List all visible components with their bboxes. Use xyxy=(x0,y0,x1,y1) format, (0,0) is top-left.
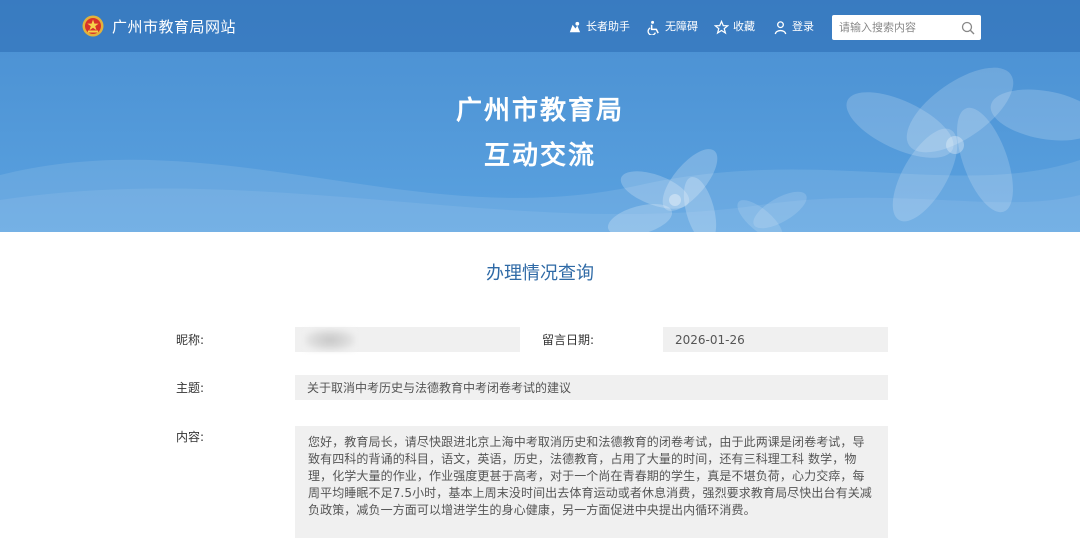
site-name[interactable]: 广州市教育局网站 xyxy=(112,17,236,37)
accessibility-button[interactable]: 无障碍 xyxy=(646,19,698,35)
nickname-label: 昵称: xyxy=(176,333,205,347)
elder-helper-label: 长者助手 xyxy=(586,20,630,33)
search-icon[interactable] xyxy=(961,21,975,35)
blurred-nickname xyxy=(305,329,355,351)
favorite-button[interactable]: 收藏 xyxy=(714,19,755,35)
accessibility-icon xyxy=(647,20,659,35)
date-label: 留言日期: xyxy=(542,333,595,347)
content-label: 内容: xyxy=(176,430,205,444)
star-icon xyxy=(714,19,729,34)
login-button[interactable]: 登录 xyxy=(773,19,814,35)
elder-helper-icon xyxy=(569,21,581,32)
search-input[interactable] xyxy=(839,16,957,39)
subject-field: 关于取消中考历史与法德教育中考闭卷考试的建议 xyxy=(295,375,888,400)
top-navigation-bar: 广州市教育局网站 长者助手 无障碍 收藏 登录 请输入搜索内容 xyxy=(0,0,1080,52)
accessibility-label: 无障碍 xyxy=(665,20,698,33)
search-box xyxy=(832,15,981,40)
banner-subtitle: 互动交流 xyxy=(483,141,596,171)
date-field: 2026-01-26 xyxy=(663,327,888,352)
subject-label: 主题: xyxy=(176,381,205,395)
user-icon xyxy=(774,20,787,34)
section-title: 办理情况查询 xyxy=(486,263,594,284)
content-field: 您好，教育局长，请尽快跟进北京上海中考取消历史和法德教育的闭卷考试，由于此两课是… xyxy=(295,426,888,538)
elder-helper-button[interactable]: 长者助手 xyxy=(567,19,630,35)
banner-title: 广州市教育局 xyxy=(455,96,624,126)
login-label: 登录 xyxy=(792,20,814,33)
national-emblem-icon[interactable] xyxy=(82,15,104,37)
favorite-label: 收藏 xyxy=(733,20,755,33)
header-banner: 广州市教育局网站 长者助手 无障碍 收藏 登录 请输入搜索内容 广州市教育局 互… xyxy=(0,0,1080,232)
